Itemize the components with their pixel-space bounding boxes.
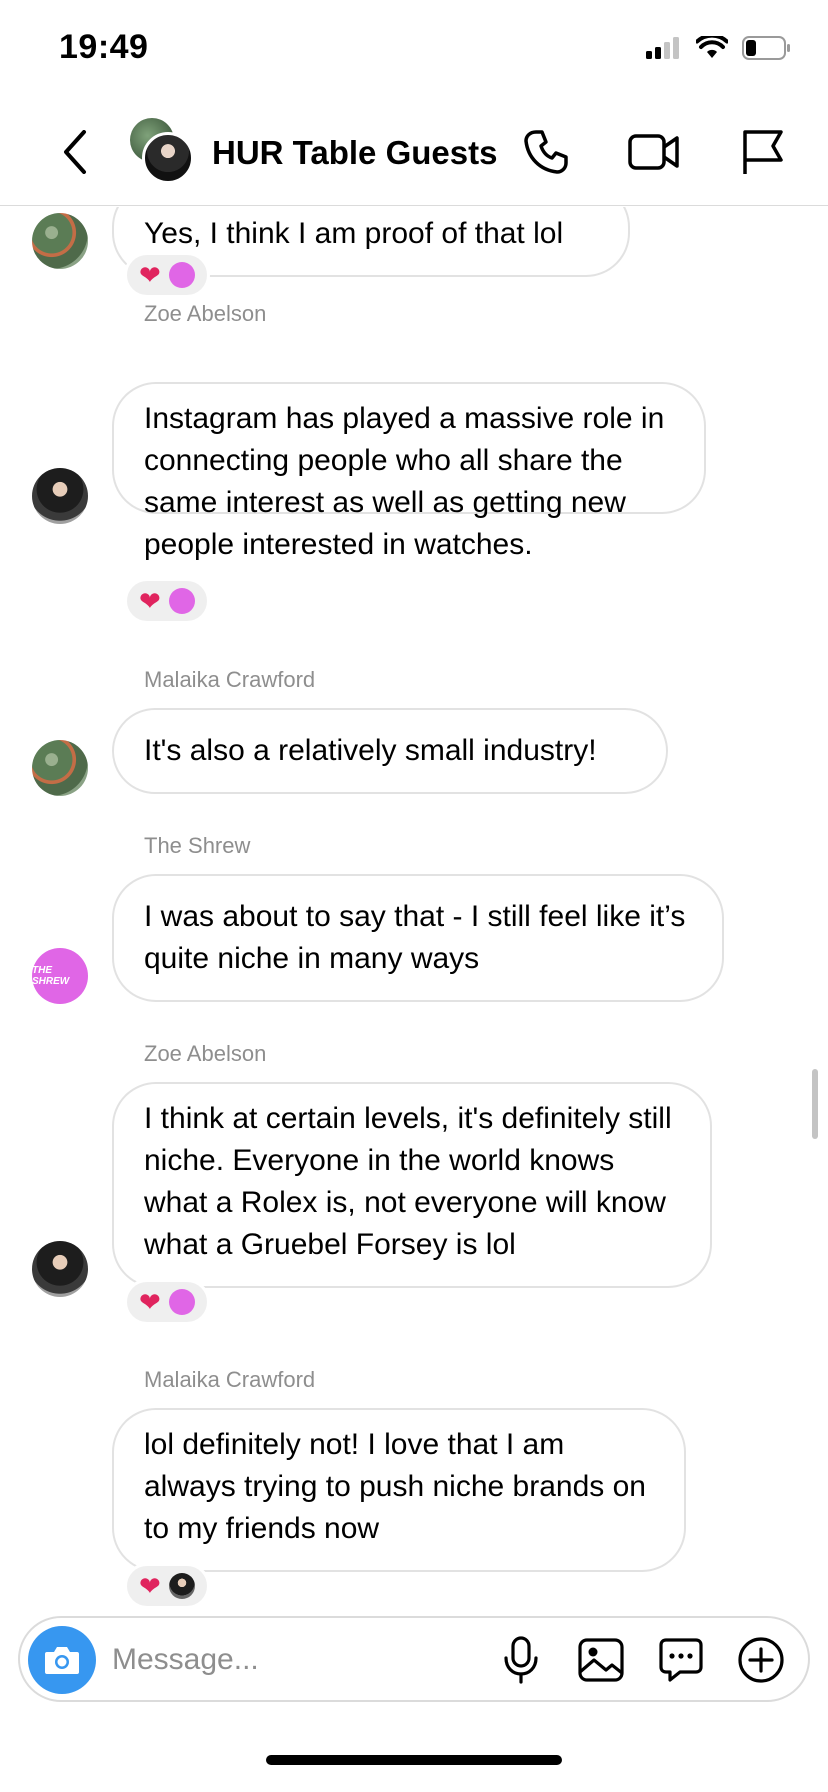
flag-icon bbox=[743, 130, 783, 174]
avatar bbox=[142, 132, 194, 184]
message-bubble[interactable]: It's also a relatively small industry! bbox=[112, 708, 668, 794]
group-avatar[interactable] bbox=[126, 118, 196, 188]
message-input[interactable] bbox=[112, 1634, 412, 1686]
heart-reaction-icon: ❤ bbox=[139, 1287, 161, 1317]
message-bubble[interactable]: I was about to say that - I still feel l… bbox=[112, 874, 724, 1002]
message-bubble[interactable]: Instagram has played a massive role in c… bbox=[112, 382, 706, 561]
home-indicator[interactable] bbox=[266, 1755, 562, 1765]
image-icon bbox=[578, 1638, 624, 1682]
back-button[interactable] bbox=[50, 122, 100, 182]
video-icon bbox=[628, 134, 679, 170]
voice-message-button[interactable] bbox=[496, 1634, 546, 1686]
sender-name: Malaika Crawford bbox=[144, 667, 316, 692]
status-time: 19:49 bbox=[59, 28, 149, 66]
message-text: Yes, I think I am proof of that lol bbox=[144, 217, 564, 250]
cellular-signal-icon bbox=[646, 37, 679, 59]
heart-reaction-icon: ❤ bbox=[139, 260, 161, 290]
scrollbar[interactable] bbox=[812, 1069, 818, 1139]
message-text: It's also a relatively small industry! bbox=[144, 734, 597, 767]
avatar[interactable] bbox=[32, 1241, 88, 1297]
chat-header: HUR Table Guests bbox=[0, 100, 828, 206]
reactions[interactable]: ❤ bbox=[124, 578, 210, 624]
audio-call-button[interactable] bbox=[520, 126, 572, 178]
battery-icon bbox=[742, 36, 790, 60]
camera-icon bbox=[45, 1647, 79, 1674]
message-bubble[interactable]: lol definitely not! I love that I am alw… bbox=[112, 1408, 686, 1572]
reactor-avatar bbox=[168, 1573, 195, 1599]
reactions[interactable]: ❤ bbox=[124, 1279, 210, 1325]
header-actions bbox=[520, 126, 788, 178]
sticker-icon bbox=[659, 1638, 703, 1682]
message-text: I was about to say that - I still feel l… bbox=[144, 900, 686, 975]
avatar[interactable]: THE SHREW bbox=[32, 948, 88, 1004]
reactor-avatar bbox=[168, 262, 195, 288]
status-icons bbox=[646, 36, 792, 60]
sticker-button[interactable] bbox=[656, 1634, 706, 1686]
message-text: Instagram has played a massive role in c… bbox=[144, 402, 665, 561]
reactor-avatar bbox=[168, 588, 195, 614]
chat-title[interactable]: HUR Table Guests bbox=[212, 134, 497, 172]
sender-name: Zoe Abelson bbox=[144, 301, 267, 326]
message-text: lol definitely not! I love that I am alw… bbox=[144, 1428, 646, 1545]
avatar[interactable] bbox=[32, 468, 88, 524]
message-thread[interactable]: Yes, I think I am proof of that lol ❤ Zo… bbox=[0, 207, 828, 1615]
report-button[interactable] bbox=[736, 126, 788, 178]
avatar[interactable] bbox=[32, 740, 88, 796]
more-options-button[interactable] bbox=[736, 1634, 786, 1686]
sender-name: Malaika Crawford bbox=[144, 1367, 316, 1392]
message-composer bbox=[18, 1616, 810, 1702]
reactions[interactable]: ❤ bbox=[124, 252, 210, 298]
avatar[interactable] bbox=[32, 213, 88, 269]
sender-name: The Shrew bbox=[144, 833, 251, 858]
heart-reaction-icon: ❤ bbox=[139, 1571, 161, 1601]
status-bar: 19:49 bbox=[0, 0, 828, 100]
microphone-icon bbox=[504, 1636, 538, 1684]
shrew-logo-icon: THE SHREW bbox=[32, 965, 70, 987]
gallery-button[interactable] bbox=[576, 1634, 626, 1686]
sender-name: Zoe Abelson bbox=[144, 1041, 267, 1066]
add-icon bbox=[738, 1637, 784, 1683]
video-call-button[interactable] bbox=[628, 126, 680, 178]
phone-icon bbox=[524, 130, 568, 174]
composer-actions bbox=[496, 1634, 786, 1686]
camera-button[interactable] bbox=[28, 1626, 96, 1694]
heart-reaction-icon: ❤ bbox=[139, 586, 161, 616]
reactions[interactable]: ❤ bbox=[124, 1563, 210, 1609]
message-text: I think at certain levels, it's definite… bbox=[144, 1102, 672, 1261]
message-bubble[interactable]: I think at certain levels, it's definite… bbox=[112, 1082, 712, 1288]
reactor-avatar bbox=[168, 1289, 195, 1315]
chevron-left-icon bbox=[64, 130, 86, 174]
wifi-icon bbox=[696, 36, 728, 58]
